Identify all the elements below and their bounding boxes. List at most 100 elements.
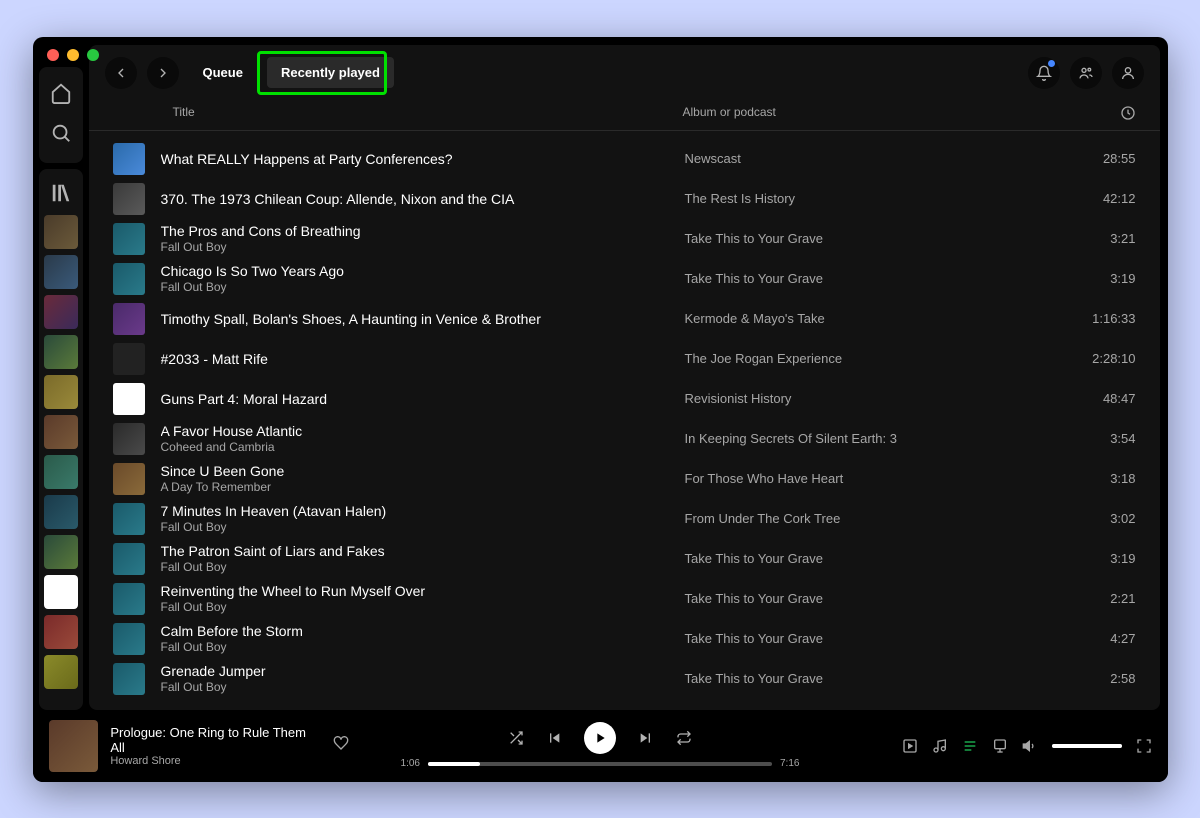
lyrics-button[interactable] <box>932 738 948 754</box>
track-album[interactable]: Newscast <box>685 151 1060 166</box>
now-playing-artist[interactable]: Howard Shore <box>110 755 314 767</box>
track-album[interactable]: Take This to Your Grave <box>685 591 1060 606</box>
library-item[interactable] <box>44 655 78 689</box>
minimize-window[interactable] <box>67 49 79 61</box>
track-art <box>113 183 145 215</box>
track-artist[interactable]: Fall Out Boy <box>161 280 669 294</box>
previous-button[interactable] <box>546 730 562 746</box>
track-title[interactable]: A Favor House Atlantic <box>161 423 669 439</box>
library-item[interactable] <box>44 215 78 249</box>
col-duration <box>1076 105 1136 124</box>
track-album[interactable]: The Joe Rogan Experience <box>685 351 1060 366</box>
track-artist[interactable]: A Day To Remember <box>161 480 669 494</box>
track-title[interactable]: The Pros and Cons of Breathing <box>161 223 669 239</box>
track-duration: 28:55 <box>1076 151 1136 166</box>
track-row[interactable]: Chicago Is So Two Years AgoFall Out Boy T… <box>89 259 1160 299</box>
track-title[interactable]: Timothy Spall, Bolan's Shoes, A Haunting… <box>161 311 669 327</box>
queue-button[interactable] <box>962 738 978 754</box>
library-item[interactable] <box>44 295 78 329</box>
library-item[interactable] <box>44 575 78 609</box>
track-album[interactable]: Take This to Your Grave <box>685 551 1060 566</box>
track-title[interactable]: 370. The 1973 Chilean Coup: Allende, Nix… <box>161 191 669 207</box>
track-artist[interactable]: Fall Out Boy <box>161 520 669 534</box>
track-row[interactable]: 370. The 1973 Chilean Coup: Allende, Nix… <box>89 179 1160 219</box>
library-item[interactable] <box>44 415 78 449</box>
library-item[interactable] <box>44 375 78 409</box>
shuffle-button[interactable] <box>508 730 524 746</box>
track-row[interactable]: Timothy Spall, Bolan's Shoes, A Haunting… <box>89 299 1160 339</box>
track-album[interactable]: In Keeping Secrets Of Silent Earth: 3 <box>685 431 1060 446</box>
search-icon[interactable] <box>41 115 81 151</box>
track-artist[interactable]: Fall Out Boy <box>161 240 669 254</box>
track-album[interactable]: The Rest Is History <box>685 191 1060 206</box>
track-duration: 3:02 <box>1076 511 1136 526</box>
home-icon[interactable] <box>41 75 81 111</box>
track-row[interactable]: The Pros and Cons of BreathingFall Out B… <box>89 219 1160 259</box>
track-row[interactable]: Grenade JumperFall Out Boy Take This to Y… <box>89 659 1160 699</box>
track-title[interactable]: Calm Before the Storm <box>161 623 669 639</box>
now-playing-art[interactable] <box>49 720 99 772</box>
track-title[interactable]: Chicago Is So Two Years Ago <box>161 263 669 279</box>
track-title[interactable]: #2033 - Matt Rife <box>161 351 669 367</box>
maximize-window[interactable] <box>87 49 99 61</box>
track-album[interactable]: Kermode & Mayo's Take <box>685 311 1060 326</box>
track-row[interactable]: A Favor House AtlanticCoheed and Cambria… <box>89 419 1160 459</box>
now-playing-view-button[interactable] <box>902 738 918 754</box>
profile-icon[interactable] <box>1112 57 1144 89</box>
track-row[interactable]: What REALLY Happens at Party Conferences… <box>89 139 1160 179</box>
track-album[interactable]: Take This to Your Grave <box>685 231 1060 246</box>
window-traffic-lights[interactable] <box>47 49 99 61</box>
track-album[interactable]: Take This to Your Grave <box>685 671 1060 686</box>
track-art <box>113 543 145 575</box>
library-item[interactable] <box>44 255 78 289</box>
devices-button[interactable] <box>992 738 1008 754</box>
track-album[interactable]: Take This to Your Grave <box>685 271 1060 286</box>
track-album[interactable]: From Under The Cork Tree <box>685 511 1060 526</box>
now-playing-title[interactable]: Prologue: One Ring to Rule Them All <box>110 725 314 755</box>
friends-icon[interactable] <box>1070 57 1102 89</box>
track-album[interactable]: Revisionist History <box>685 391 1060 406</box>
track-duration: 4:27 <box>1076 631 1136 646</box>
track-title[interactable]: Since U Been Gone <box>161 463 669 479</box>
track-album[interactable]: For Those Who Have Heart <box>685 471 1060 486</box>
track-artist[interactable]: Coheed and Cambria <box>161 440 669 454</box>
seek-bar[interactable] <box>428 762 772 766</box>
close-window[interactable] <box>47 49 59 61</box>
track-row[interactable]: 7 Minutes In Heaven (Atavan Halen)Fall O… <box>89 499 1160 539</box>
play-button[interactable] <box>584 722 616 754</box>
track-album[interactable]: Take This to Your Grave <box>685 631 1060 646</box>
track-artist[interactable]: Fall Out Boy <box>161 680 669 694</box>
track-title[interactable]: What REALLY Happens at Party Conferences… <box>161 151 669 167</box>
track-row[interactable]: Guns Part 4: Moral Hazard Revisionist His… <box>89 379 1160 419</box>
notifications-icon[interactable] <box>1028 57 1060 89</box>
track-artist[interactable]: Fall Out Boy <box>161 560 669 574</box>
like-button[interactable] <box>333 735 349 756</box>
track-title[interactable]: Grenade Jumper <box>161 663 669 679</box>
back-button[interactable] <box>105 57 137 89</box>
forward-button[interactable] <box>147 57 179 89</box>
library-item[interactable] <box>44 615 78 649</box>
track-title[interactable]: Reinventing the Wheel to Run Myself Over <box>161 583 669 599</box>
tab-queue[interactable]: Queue <box>189 57 257 88</box>
track-title[interactable]: 7 Minutes In Heaven (Atavan Halen) <box>161 503 669 519</box>
track-artist[interactable]: Fall Out Boy <box>161 640 669 654</box>
tab-recently-played[interactable]: Recently played <box>267 57 394 88</box>
volume-icon[interactable] <box>1022 738 1038 754</box>
track-row[interactable]: Reinventing the Wheel to Run Myself Over… <box>89 579 1160 619</box>
next-button[interactable] <box>638 730 654 746</box>
library-item[interactable] <box>44 495 78 529</box>
library-item[interactable] <box>44 455 78 489</box>
fullscreen-button[interactable] <box>1136 738 1152 754</box>
library-item[interactable] <box>44 335 78 369</box>
track-title[interactable]: The Patron Saint of Liars and Fakes <box>161 543 669 559</box>
library-icon[interactable] <box>41 177 81 209</box>
track-artist[interactable]: Fall Out Boy <box>161 600 669 614</box>
volume-bar[interactable] <box>1052 744 1122 748</box>
library-item[interactable] <box>44 535 78 569</box>
track-row[interactable]: Since U Been GoneA Day To Remember For Th… <box>89 459 1160 499</box>
track-row[interactable]: The Patron Saint of Liars and FakesFall … <box>89 539 1160 579</box>
repeat-button[interactable] <box>676 730 692 746</box>
track-title[interactable]: Guns Part 4: Moral Hazard <box>161 391 669 407</box>
track-row[interactable]: Calm Before the StormFall Out Boy Take Th… <box>89 619 1160 659</box>
track-row[interactable]: #2033 - Matt Rife The Joe Rogan Experienc… <box>89 339 1160 379</box>
